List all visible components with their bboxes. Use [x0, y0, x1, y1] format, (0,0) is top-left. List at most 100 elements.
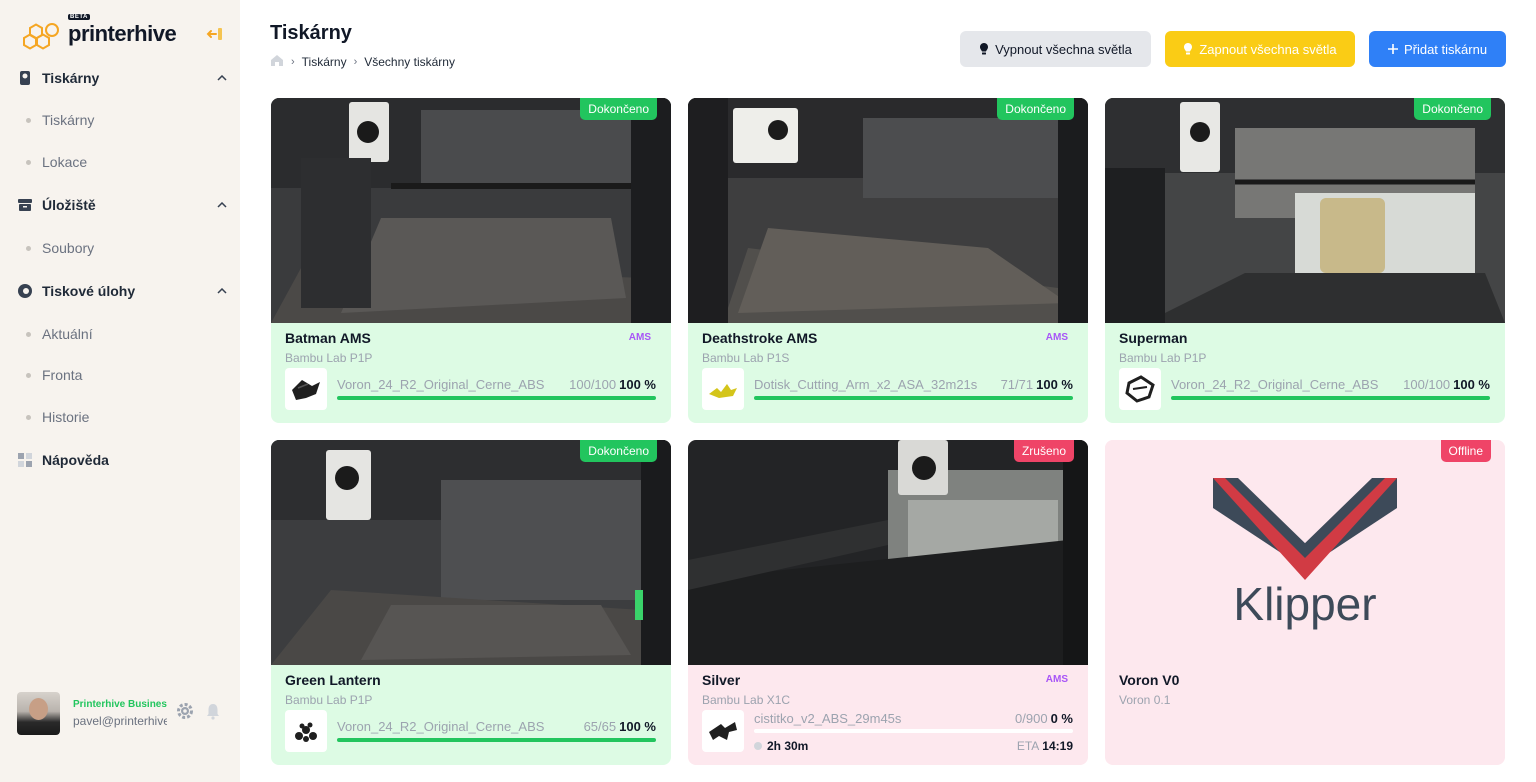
layer-count: 100/100 100 % [569, 377, 656, 392]
brand-name: BETA printerhive [68, 14, 177, 46]
add-printer-button[interactable]: Přidat tiskárnu [1369, 31, 1506, 67]
nav-group-help[interactable]: Nápověda [16, 448, 228, 472]
progress-bar [337, 738, 656, 742]
printer-name[interactable]: Superman [1119, 330, 1187, 346]
user-panel: Printerhive Business pavel@printerhive.c… [17, 691, 227, 735]
sidebar: BETA printerhive Tiskárny Tiskárny Lokac… [0, 0, 240, 782]
layer-count: 100/100 100 % [1403, 377, 1490, 392]
file-name: Voron_24_R2_Original_Cerne_ABS [1171, 377, 1379, 392]
camera-feed [1105, 98, 1505, 323]
sidebar-item-printers[interactable]: Tiskárny [26, 110, 94, 130]
bell-icon[interactable] [205, 702, 221, 725]
layer-count: 0/900 0 % [1015, 711, 1073, 726]
printer-model: Bambu Lab X1C [702, 693, 791, 707]
printer-card[interactable]: Dokončeno Batman AMS AMS Bambu Lab P1P V… [271, 98, 671, 423]
user-plan: Printerhive Business [73, 698, 167, 710]
progress-bar [1171, 396, 1490, 400]
breadcrumb-item[interactable]: Všechny tiskárny [364, 55, 455, 69]
camera-feed [271, 98, 671, 323]
camera-feed [271, 440, 671, 665]
printer-icon [16, 69, 34, 87]
status-badge: Zrušeno [1013, 440, 1074, 462]
printer-card[interactable]: Dokončeno Deathstroke AMS AMS Bambu Lab … [688, 98, 1088, 423]
print-thumbnail [702, 368, 744, 410]
nav-group-label: Úložiště [42, 197, 96, 213]
printer-name[interactable]: Deathstroke AMS [702, 330, 817, 346]
status-badge: Dokončeno [997, 98, 1074, 120]
file-name: Voron_24_R2_Original_Cerne_ABS [337, 377, 545, 392]
printer-name[interactable]: Voron V0 [1119, 672, 1179, 688]
brand-logo[interactable]: BETA printerhive [22, 14, 177, 50]
camera-feed [688, 98, 1088, 323]
sidebar-item-current[interactable]: Aktuální [26, 324, 93, 344]
remaining-time: 2h 30m [754, 739, 808, 753]
file-name: Voron_24_R2_Original_Cerne_ABS [337, 719, 545, 734]
chevron-up-icon [216, 199, 228, 211]
chevron-up-icon [216, 285, 228, 297]
bullet-icon [26, 245, 31, 251]
print-thumbnail [702, 710, 744, 752]
nav-group-print-jobs[interactable]: Tiskové úlohy [16, 279, 228, 303]
grid-icon [16, 451, 34, 469]
camera-feed [688, 440, 1088, 665]
ams-badge: AMS [1045, 674, 1068, 685]
printer-model: Bambu Lab P1S [702, 351, 790, 365]
printer-card[interactable]: Zrušeno Silver AMS Bambu Lab X1C cistitk… [688, 440, 1088, 765]
user-email: pavel@printerhive.com [73, 713, 167, 728]
lights-off-button[interactable]: Vypnout všechna světla [960, 31, 1151, 67]
printer-name[interactable]: Batman AMS [285, 330, 371, 346]
avatar[interactable] [17, 691, 60, 735]
bullet-icon [26, 331, 31, 337]
chevron-up-icon [216, 72, 228, 84]
progress-bar [754, 396, 1073, 400]
bullet-icon [26, 117, 31, 123]
status-badge: Offline [1440, 440, 1491, 462]
print-thumbnail [285, 368, 327, 410]
nav-group-label: Tiskárny [42, 70, 100, 86]
status-badge: Dokončeno [580, 98, 657, 120]
sidebar-item-locations[interactable]: Lokace [26, 152, 87, 172]
plus-icon [1387, 44, 1398, 54]
clock-icon [754, 742, 762, 750]
status-badge: Dokončeno [1414, 98, 1491, 120]
ams-badge: AMS [628, 332, 651, 343]
ams-badge: AMS [1045, 332, 1068, 343]
print-thumbnail [285, 710, 327, 752]
layer-count: 71/71 100 % [1000, 377, 1073, 392]
printer-card[interactable]: Dokončeno Superman Bambu Lab P1P Voron_2… [1105, 98, 1505, 423]
printer-name[interactable]: Green Lantern [285, 672, 381, 688]
sidebar-item-files[interactable]: Soubory [26, 238, 94, 258]
gear-icon[interactable] [175, 701, 195, 726]
hive-logo-icon [23, 23, 59, 50]
breadcrumb: › Tiskárny › Všechny tiskárny [270, 54, 455, 70]
file-name: Dotisk_Cutting_Arm_x2_ASA_32m21s [754, 377, 978, 392]
nav-group-storage[interactable]: Úložiště [16, 193, 228, 217]
printer-name[interactable]: Silver [702, 672, 740, 688]
eta: ETA 14:19 [1016, 739, 1073, 753]
breadcrumb-item[interactable]: Tiskárny [302, 55, 347, 69]
printer-card[interactable]: Dokončeno Green Lantern Bambu Lab P1P Vo… [271, 440, 671, 765]
user-info[interactable]: Printerhive Business pavel@printerhive.c… [73, 699, 167, 728]
chevron-right-icon: › [353, 56, 358, 68]
klipper-logo-text: Klipper [1233, 578, 1376, 630]
nav-group-printers[interactable]: Tiskárny [16, 66, 228, 90]
printer-model: Bambu Lab P1P [285, 351, 373, 365]
printer-card[interactable]: Klipper Offline Voron V0 Voron 0.1 [1105, 440, 1505, 765]
print-thumbnail [1119, 368, 1161, 410]
page-title: Tiskárny [270, 22, 352, 44]
bullet-icon [26, 414, 31, 420]
printer-model: Voron 0.1 [1119, 693, 1171, 707]
lights-on-button[interactable]: Zapnout všechna světla [1165, 31, 1355, 67]
bullet-icon [26, 372, 31, 378]
file-name: cistitko_v2_ABS_29m45s [754, 711, 902, 726]
klipper-logo: Klipper [1105, 440, 1505, 665]
sidebar-item-history[interactable]: Historie [26, 407, 89, 427]
collapse-sidebar-button[interactable] [204, 24, 226, 44]
sidebar-item-queue[interactable]: Fronta [26, 365, 82, 385]
progress-bar [754, 729, 1073, 733]
home-icon[interactable] [270, 54, 284, 70]
beta-badge: BETA [68, 14, 90, 20]
filament-spool-icon [16, 282, 34, 300]
layer-count: 65/65 100 % [583, 719, 656, 734]
nav-group-label: Tiskové úlohy [42, 283, 136, 299]
